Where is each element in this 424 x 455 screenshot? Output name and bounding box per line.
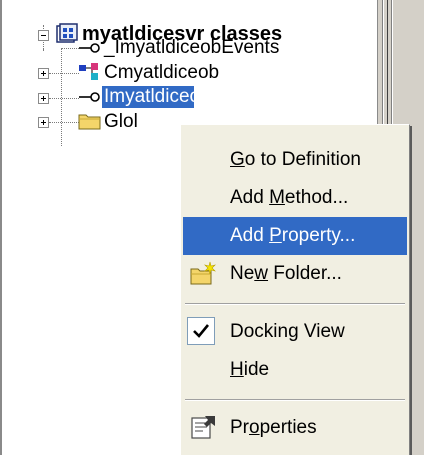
expand-toggle[interactable]	[38, 68, 49, 79]
tree-item-class[interactable]: Cmyatldiceob	[104, 62, 219, 84]
properties-icon	[191, 416, 215, 439]
interface-icon	[79, 43, 100, 53]
menu-item-go-to-definition[interactable]: Go to Definition	[183, 141, 407, 179]
tree-connector	[49, 122, 79, 123]
class-icon	[79, 63, 98, 80]
new-folder-icon	[190, 261, 216, 285]
menu-item-new-folder[interactable]: New Folder...	[183, 255, 407, 293]
project-classes-icon	[56, 23, 78, 43]
tree-item-events-interface[interactable]: _ImyatldiceobEvents	[104, 37, 279, 59]
tree-item-folder[interactable]: Glol	[104, 111, 138, 133]
collapse-toggle[interactable]	[38, 30, 49, 41]
tree-item-interface-selected[interactable]: Imyatldiceob	[102, 86, 194, 108]
tree-connector	[43, 48, 44, 50]
checkbox-checked	[187, 317, 215, 345]
expand-toggle[interactable]	[38, 93, 49, 104]
interface-icon	[79, 92, 100, 102]
expand-toggle[interactable]	[38, 117, 49, 128]
tree-connector	[61, 48, 62, 146]
folder-icon	[78, 114, 101, 130]
context-menu: Go to Definition Add Method... Add Prope…	[180, 124, 410, 455]
menu-item-hide[interactable]: Hide	[183, 351, 407, 389]
checkmark-icon	[193, 324, 210, 338]
menu-separator	[185, 303, 405, 305]
menu-item-docking-view[interactable]: Docking View	[183, 313, 407, 351]
tree-connector	[61, 48, 79, 49]
menu-item-add-method[interactable]: Add Method...	[183, 179, 407, 217]
tree-connector	[49, 98, 79, 99]
menu-item-properties[interactable]: Properties	[183, 409, 407, 447]
menu-separator	[185, 399, 405, 401]
menu-item-add-property[interactable]: Add Property...	[183, 217, 407, 255]
tree-connector	[49, 73, 79, 74]
